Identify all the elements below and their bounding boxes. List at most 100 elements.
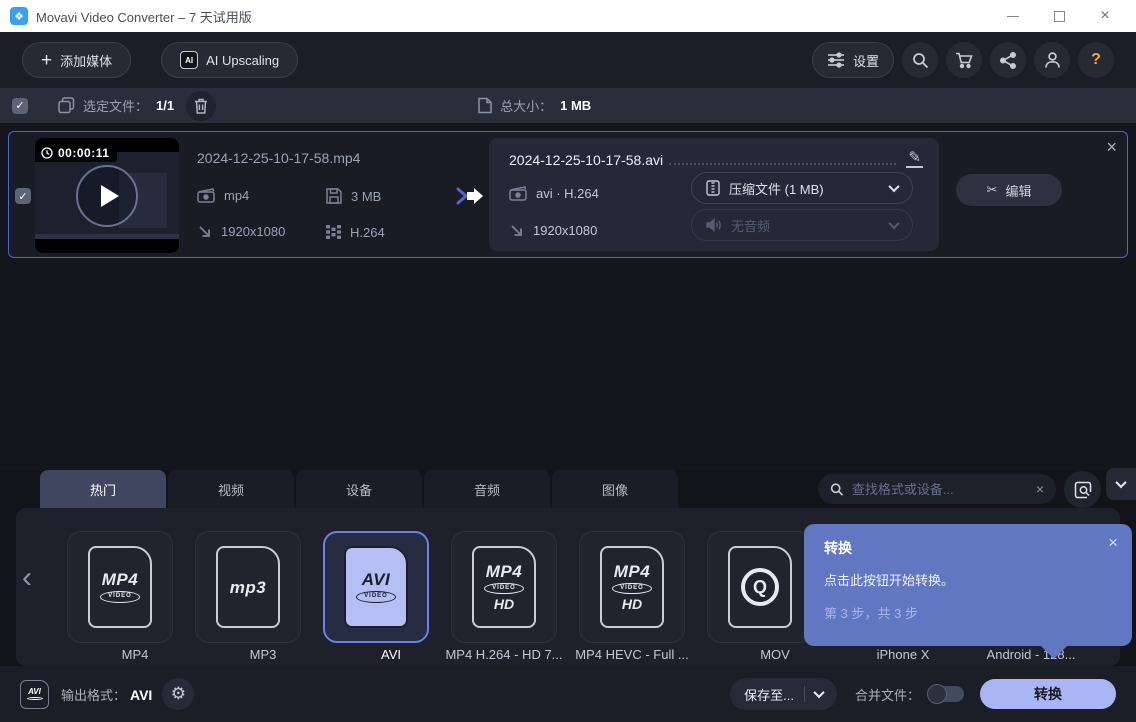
- format-card-avi-selected[interactable]: AVI VIDEO: [323, 531, 429, 643]
- merge-files-label: 合并文件：: [855, 685, 920, 704]
- format-card-mp4[interactable]: MP4 VIDEO: [67, 531, 173, 643]
- maximize-icon: [1054, 11, 1065, 22]
- format-label: MP4 HEVC - Full ...: [557, 647, 707, 662]
- tooltip-close-button[interactable]: ×: [1108, 534, 1118, 551]
- tooltip-title: 转换: [824, 538, 1112, 558]
- video-thumbnail[interactable]: 00:00:11: [35, 138, 179, 253]
- source-resolution-meta: 1920x1080: [197, 224, 285, 239]
- cart-button[interactable]: [946, 42, 982, 78]
- find-device-button[interactable]: [1064, 471, 1101, 508]
- share-button[interactable]: [990, 42, 1026, 78]
- audio-dropdown[interactable]: 无音频: [691, 209, 913, 241]
- convert-button[interactable]: 转换: [980, 679, 1116, 709]
- play-button[interactable]: [76, 165, 138, 227]
- trash-icon: [194, 98, 208, 114]
- delete-files-button[interactable]: [186, 91, 216, 121]
- compression-dropdown[interactable]: 压缩文件 (1 MB): [691, 172, 913, 204]
- bottom-bar: AVI 输出格式：AVI ⚙ 保存至... 合并文件： 转换: [0, 666, 1136, 722]
- user-icon: [1044, 51, 1061, 69]
- account-button[interactable]: [1034, 42, 1070, 78]
- search-icon: [830, 482, 844, 497]
- speaker-icon: [706, 218, 722, 232]
- clear-search-icon[interactable]: ×: [1036, 481, 1044, 497]
- source-filename: 2024-12-25-10-17-58.mp4: [197, 150, 360, 166]
- tab-video[interactable]: 视频: [168, 470, 294, 508]
- total-size-value: 1 MB: [560, 98, 591, 113]
- window-controls: ×: [990, 0, 1128, 32]
- divider: [804, 686, 805, 702]
- add-media-button[interactable]: + 添加媒体: [22, 42, 131, 78]
- chevron-left-icon: ‹: [22, 561, 32, 594]
- file-list-area: ✓ 00:00:11 2024-12-25-10-17-58.mp4 mp4 3…: [0, 123, 1136, 470]
- format-search: ×: [818, 474, 1056, 504]
- remove-file-button[interactable]: ×: [1106, 138, 1117, 156]
- output-filename: 2024-12-25-10-17-58.avi: [509, 152, 663, 168]
- media-format-icon: [197, 188, 215, 203]
- output-format-text: 输出格式：AVI: [61, 685, 152, 704]
- output-format-meta: avi · H.264: [509, 186, 599, 201]
- tab-audio[interactable]: 音频: [424, 470, 550, 508]
- check-icon: ✓: [18, 190, 27, 203]
- minimize-button[interactable]: [990, 0, 1036, 32]
- scroll-left-button[interactable]: ‹: [22, 563, 32, 593]
- source-codec-meta: H.264: [326, 224, 385, 240]
- format-card-mp4-h264-hd[interactable]: MP4 VIDEO HD: [451, 531, 557, 643]
- rename-button[interactable]: ✎: [906, 150, 923, 168]
- collapse-panel-button[interactable]: [1106, 468, 1136, 500]
- edit-button[interactable]: ✂ 编辑: [956, 174, 1062, 206]
- bottom-bar-right: 保存至... 合并文件： 转换: [730, 678, 1116, 710]
- ai-upscaling-button[interactable]: AI AI Upscaling: [161, 42, 298, 78]
- source-size-meta: 3 MB: [326, 188, 381, 204]
- close-icon: ×: [1106, 137, 1117, 157]
- total-size-group: 总大小： 1 MB: [478, 96, 591, 115]
- format-search-input[interactable]: [852, 482, 1028, 497]
- selected-files-label: 选定文件：: [83, 96, 148, 115]
- file-checkbox[interactable]: ✓: [15, 188, 31, 204]
- chevron-down-icon: [813, 687, 824, 698]
- maximize-button[interactable]: [1036, 0, 1082, 32]
- copy-files-icon: [58, 97, 75, 114]
- resize-arrow-icon: [509, 223, 524, 238]
- format-card-mov[interactable]: Q: [707, 531, 813, 643]
- gear-icon: ⚙: [171, 684, 186, 704]
- selected-files-count: 1/1: [156, 98, 174, 113]
- category-tabs: 热门 视频 设备 音频 图像 ×: [0, 470, 1136, 508]
- mov-file-icon: Q: [728, 546, 792, 628]
- play-icon: [101, 185, 119, 207]
- dotted-leader: [669, 163, 896, 165]
- floppy-icon: [326, 188, 342, 204]
- save-to-dropdown[interactable]: 保存至...: [730, 678, 837, 710]
- resize-arrow-icon: [197, 224, 212, 239]
- help-button[interactable]: ?: [1078, 42, 1114, 78]
- minimize-icon: [1007, 16, 1019, 17]
- sliders-icon: [827, 52, 845, 68]
- output-format-icon: AVI: [20, 680, 49, 709]
- format-label: Android - 128...: [956, 647, 1106, 662]
- media-format-icon: [509, 186, 527, 201]
- format-settings-button[interactable]: ⚙: [162, 678, 194, 710]
- tab-devices[interactable]: 设备: [296, 470, 422, 508]
- tooltip-step: 第 3 步，共 3 步: [824, 603, 1112, 622]
- merge-toggle[interactable]: [928, 686, 964, 702]
- search-button[interactable]: [902, 42, 938, 78]
- clock-icon: [41, 147, 53, 159]
- selected-files-group: 选定文件： 1/1: [58, 96, 174, 115]
- select-all-checkbox[interactable]: ✓: [12, 98, 28, 114]
- format-card-mp3[interactable]: mp3: [195, 531, 301, 643]
- output-format-value: AVI: [130, 687, 152, 703]
- tab-images[interactable]: 图像: [552, 470, 678, 508]
- close-button[interactable]: ×: [1082, 0, 1128, 32]
- quicktime-icon: Q: [741, 568, 779, 606]
- duration-badge: 00:00:11: [35, 144, 117, 162]
- find-in-page-icon: [1074, 481, 1092, 499]
- settings-button[interactable]: 设置: [812, 42, 894, 78]
- format-card-mp4-hevc-full[interactable]: MP4 VIDEO HD: [579, 531, 685, 643]
- pencil-icon: ✎: [908, 149, 921, 166]
- compress-icon: [706, 180, 720, 196]
- source-format-meta: mp4: [197, 188, 249, 203]
- scissors-icon: ✂: [987, 182, 998, 198]
- window-title: Movavi Video Converter – 7 天试用版: [36, 7, 252, 26]
- cart-icon: [955, 52, 973, 69]
- tab-popular[interactable]: 热门: [40, 470, 166, 508]
- file-row[interactable]: ✓ 00:00:11 2024-12-25-10-17-58.mp4 mp4 3…: [8, 131, 1128, 258]
